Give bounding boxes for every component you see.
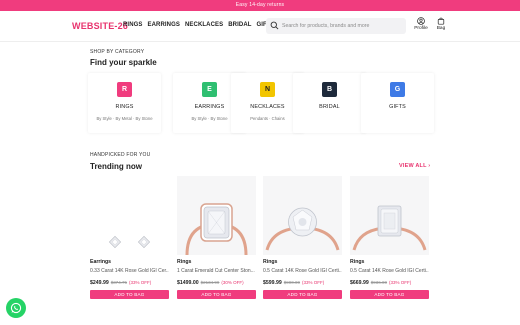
product-category: Rings [263, 259, 278, 265]
product-price: $1499.00 $2134.99 (30% OFF) [177, 280, 244, 286]
categories-eyebrow: SHOP BY CATEGORY [90, 49, 145, 55]
product-price: $599.99 $900.00 (33% OFF) [263, 280, 325, 286]
product-price: $669.99 $936.00 (33% OFF) [350, 280, 412, 286]
product-category: Rings [350, 259, 365, 265]
category-name: GIFTS [389, 104, 406, 110]
trending-title: Trending now [90, 162, 142, 171]
product-title[interactable]: 0.5 Carat 14K Rose Gold IGI Certi... [263, 268, 342, 274]
category-name: RINGS [115, 104, 134, 110]
add-to-bag-button[interactable]: ADD TO BAG [350, 290, 429, 299]
add-to-bag-button[interactable]: ADD TO BAG [90, 290, 169, 299]
product-price: $249.99 $374.75 (33% OFF) [90, 280, 152, 286]
category-card-rings[interactable]: R RINGS By Style · By Metal · By Stone [88, 73, 161, 133]
category-badge: G [390, 82, 405, 97]
product-category: Earrings [90, 259, 112, 265]
category-badge: R [117, 82, 132, 97]
category-card-bridal[interactable]: B BRIDAL [293, 73, 366, 133]
promo-banner: Easy 14-day returns [0, 0, 520, 11]
round-ring-image [265, 207, 340, 251]
product-image[interactable] [177, 176, 256, 255]
categories-title: Find your sparkle [90, 58, 157, 67]
add-to-bag-button[interactable]: ADD TO BAG [177, 290, 256, 299]
menu-item-rings[interactable]: RINGS [123, 22, 143, 28]
product-title[interactable]: 0.5 Carat 14K Rose Gold IGI Certi... [350, 268, 429, 274]
user-icon [417, 17, 425, 25]
product-title[interactable]: 0.33 Carat 14K Rose Gold IGI Cer... [90, 268, 169, 274]
menu-item-bridal[interactable]: BRIDAL [228, 22, 251, 28]
category-name: BRIDAL [319, 104, 340, 110]
search-placeholder: Search for products, brands and more [282, 22, 370, 29]
menu-item-necklaces[interactable]: NECKLACES [185, 22, 223, 28]
profile-button[interactable]: Profile [411, 17, 431, 31]
whatsapp-icon [10, 302, 22, 314]
product-category: Rings [177, 259, 192, 265]
category-subtitle: Pendants · Chains [250, 116, 285, 121]
profile-label: Profile [414, 26, 428, 31]
category-badge: B [322, 82, 337, 97]
product-image[interactable] [90, 176, 169, 255]
site-logo[interactable]: WEBSITE-26 [72, 21, 128, 31]
product-card[interactable]: Rings 0.5 Carat 14K Rose Gold IGI Certi.… [350, 176, 429, 299]
search-input[interactable]: Search for products, brands and more [266, 18, 406, 34]
product-card[interactable]: Rings 0.5 Carat 14K Rose Gold IGI Certi.… [263, 176, 342, 299]
bag-button[interactable]: Bag [431, 17, 451, 31]
trending-eyebrow: HANDPICKED FOR YOU [90, 152, 151, 158]
category-badge: E [202, 82, 217, 97]
emerald-ring-image [185, 203, 248, 255]
top-nav: WEBSITE-26 RINGS EARRINGS NECKLACES BRID… [0, 11, 520, 42]
menu-item-earrings[interactable]: EARRINGS [148, 22, 180, 28]
product-card[interactable]: Earrings 0.33 Carat 14K Rose Gold IGI Ce… [90, 176, 169, 299]
product-card[interactable]: Rings 1 Carat Emerald Cut Center Ston...… [177, 176, 256, 299]
category-badge: N [260, 82, 275, 97]
view-all-link[interactable]: VIEW ALL › [399, 163, 430, 169]
add-to-bag-button[interactable]: ADD TO BAG [263, 290, 342, 299]
bag-icon [437, 17, 445, 25]
search-icon [270, 21, 279, 30]
product-image[interactable] [263, 176, 342, 255]
main-menu: RINGS EARRINGS NECKLACES BRIDAL GIFTS [123, 22, 275, 28]
emerald-solitaire-image [352, 205, 427, 251]
category-card-gifts[interactable]: G GIFTS [361, 73, 434, 133]
whatsapp-button[interactable] [6, 298, 26, 318]
product-image[interactable] [350, 176, 429, 255]
bag-label: Bag [436, 26, 446, 31]
earrings-image [108, 235, 151, 249]
product-title[interactable]: 1 Carat Emerald Cut Center Ston... [177, 268, 256, 274]
category-subtitle: By Style · By Metal · By Stone [96, 116, 153, 121]
